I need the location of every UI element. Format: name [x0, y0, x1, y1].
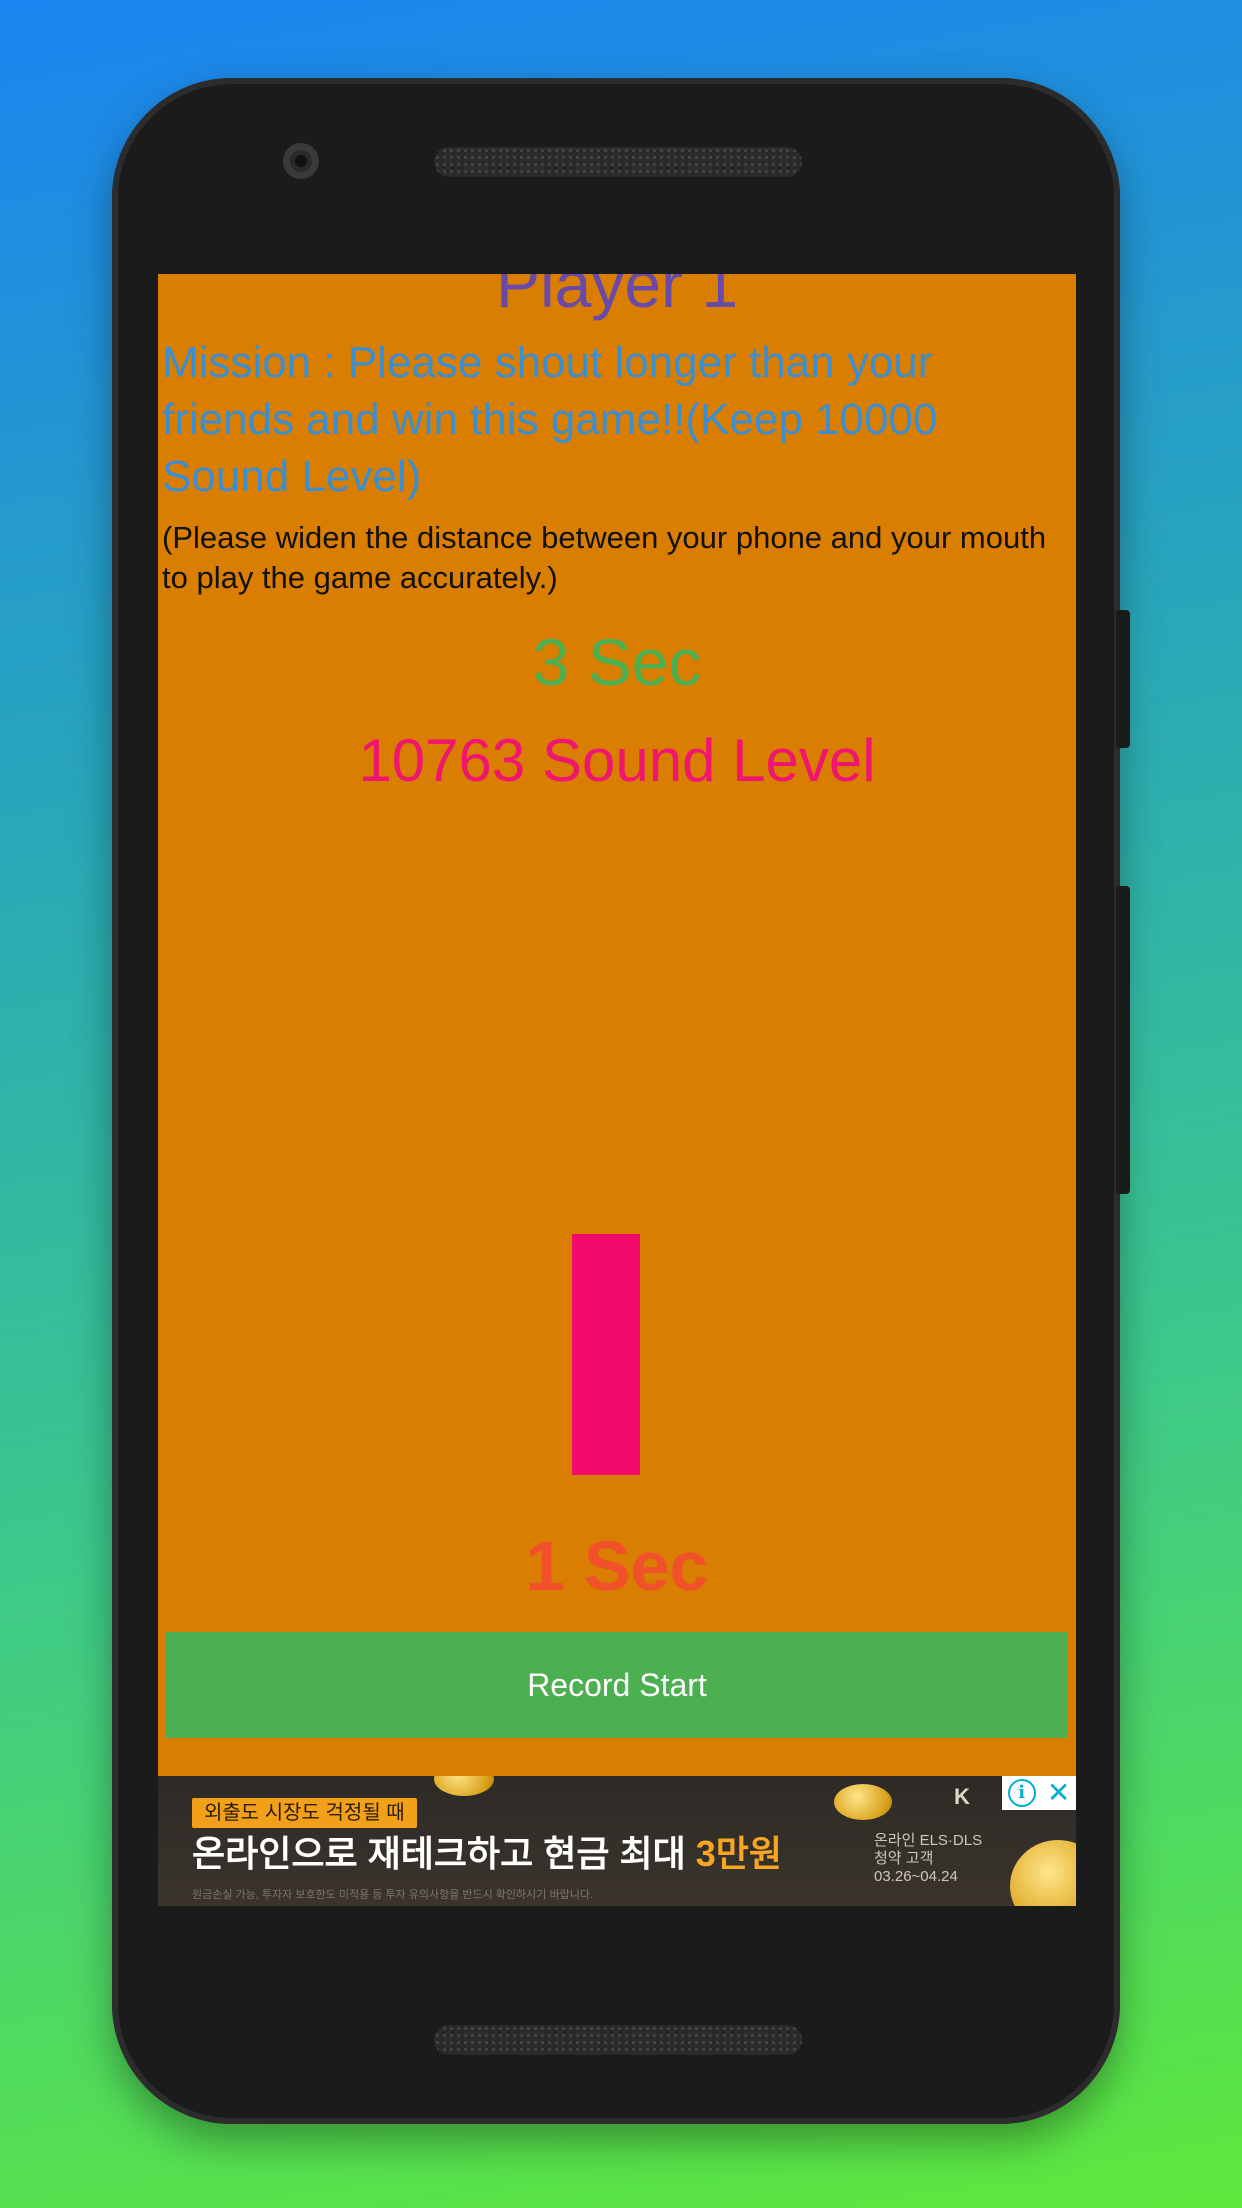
game-screen: Player 1 Mission : Please shout longer t…: [158, 274, 1076, 1776]
ad-coin-image: [834, 1784, 892, 1820]
ad-brand: K: [954, 1784, 970, 1809]
player-title: Player 1: [495, 274, 739, 321]
close-icon[interactable]: ✕: [1047, 1779, 1070, 1807]
bottom-speaker-grille: [434, 2025, 802, 2055]
ad-coin-image: [1010, 1840, 1076, 1906]
hold-timer: 1 Sec: [525, 1527, 709, 1605]
ad-coin-image: [434, 1776, 494, 1796]
record-start-button[interactable]: Record Start: [166, 1632, 1068, 1738]
ad-fine-print: 원금손실 가능, 투자자 보호한도 미적용 등 투자 유의사항을 반드시 확인하…: [192, 1889, 593, 1901]
ad-choices: i ✕: [1002, 1776, 1076, 1810]
phone-screen: Player 1 Mission : Please shout longer t…: [158, 274, 1076, 1906]
ad-subtext: 온라인 ELS·DLS 청약 고객 03.26~04.24: [874, 1832, 983, 1885]
ad-headline: 온라인으로 재테크하고 현금 최대 3만원: [192, 1833, 782, 1874]
top-speaker-grille: [434, 147, 802, 177]
distance-note: (Please widen the distance between your …: [162, 520, 1047, 595]
ad-banner[interactable]: 외출도 시장도 걱정될 때 온라인으로 재테크하고 현금 최대 3만원 온라인 …: [158, 1776, 1076, 1906]
mission-text: Mission : Please shout longer than your …: [162, 338, 938, 501]
phone-volume-button: [1116, 886, 1130, 1194]
elapsed-timer: 3 Sec: [532, 625, 702, 699]
phone-power-button: [1116, 610, 1130, 748]
sound-level-bar: [572, 1234, 640, 1475]
sound-level-readout: 10763 Sound Level: [358, 727, 876, 794]
info-icon[interactable]: i: [1007, 1779, 1036, 1807]
ad-tag: 외출도 시장도 걱정될 때: [192, 1798, 417, 1828]
front-camera: [283, 143, 319, 179]
